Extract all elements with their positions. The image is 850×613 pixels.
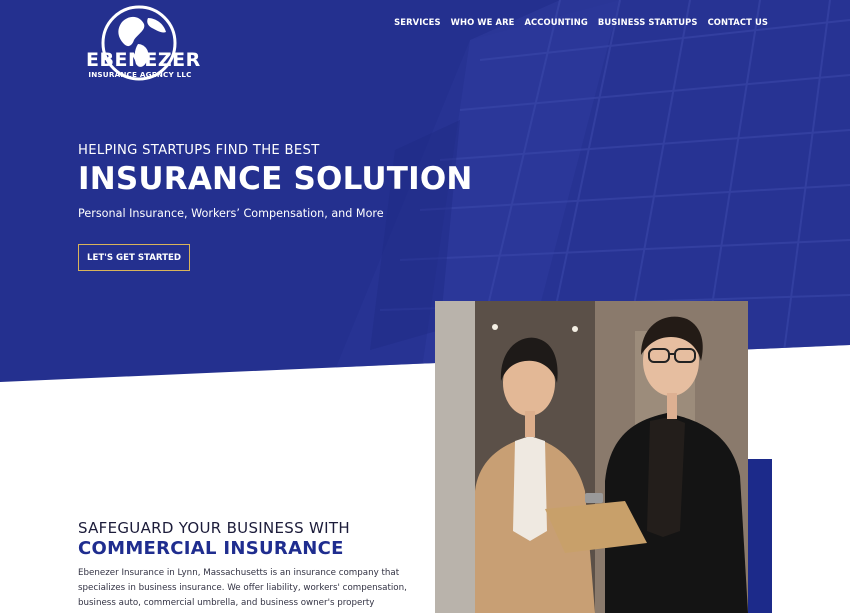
nav-contact-us[interactable]: CONTACT US [708, 17, 768, 27]
nav-accounting[interactable]: ACCOUNTING [524, 17, 587, 27]
main-nav: SERVICES WHO WE ARE ACCOUNTING BUSINESS … [394, 17, 768, 27]
get-started-button[interactable]: LET'S GET STARTED [78, 244, 190, 271]
nav-who-we-are[interactable]: WHO WE ARE [451, 17, 515, 27]
businesswomen-illustration [435, 301, 748, 613]
nav-services[interactable]: SERVICES [394, 17, 441, 27]
hero-subtitle: Personal Insurance, Workers’ Compensatio… [78, 207, 384, 220]
section-body: Ebenezer Insurance in Lynn, Massachusett… [78, 568, 407, 608]
team-photo [435, 301, 748, 613]
accent-block [748, 459, 772, 613]
brand-tagline: INSURANCE AGENCY LLC [88, 70, 192, 79]
brand-name: EBENEZER [86, 49, 201, 71]
section-kicker: SAFEGUARD YOUR BUSINESS WITH [78, 519, 350, 537]
hero-title: INSURANCE SOLUTION [78, 161, 473, 197]
section-title: COMMERCIAL INSURANCE [78, 538, 344, 559]
hero-kicker: HELPING STARTUPS FIND THE BEST [78, 143, 320, 158]
brand-logo[interactable]: EBENEZER INSURANCE AGENCY LLC [86, 4, 201, 86]
nav-business-startups[interactable]: BUSINESS STARTUPS [598, 17, 698, 27]
